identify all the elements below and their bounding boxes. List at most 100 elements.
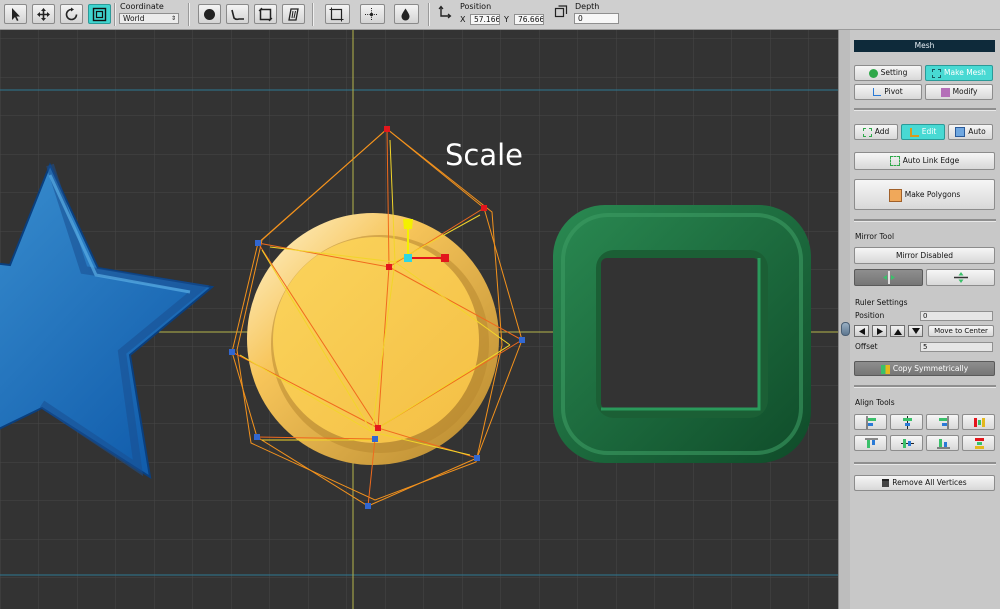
vertex[interactable]: [254, 434, 260, 440]
vertex[interactable]: [229, 349, 235, 355]
bounds-button[interactable]: [325, 4, 350, 24]
panel-title: Mesh: [854, 40, 995, 52]
pivot-button[interactable]: Pivot: [854, 84, 922, 100]
green-square-shape[interactable]: [553, 205, 811, 463]
distribute-h-button[interactable]: [962, 414, 995, 430]
select-tool-button[interactable]: [4, 4, 27, 24]
make-mesh-button[interactable]: Make Mesh: [925, 65, 993, 81]
vertex[interactable]: [365, 503, 371, 509]
copy-symmetrically-button[interactable]: Copy Symmetrically: [854, 361, 995, 376]
grid-snap-icon: [365, 8, 378, 21]
align-center-h-button[interactable]: [890, 414, 923, 430]
align-right-button[interactable]: [926, 414, 959, 430]
trash-icon: [882, 479, 890, 487]
fill-brush-button[interactable]: [282, 4, 305, 24]
mirror-tool-label: Mirror Tool: [855, 232, 895, 241]
viewport-canvas[interactable]: [0, 30, 838, 609]
depth-value: 0: [578, 14, 583, 23]
align-left-button[interactable]: [854, 414, 887, 430]
offset-label: Offset: [855, 342, 878, 351]
vertex[interactable]: [481, 205, 487, 211]
coordinate-dropdown[interactable]: World ⇕: [119, 13, 179, 24]
vertex[interactable]: [372, 436, 378, 442]
modify-button[interactable]: Modify: [925, 84, 993, 100]
distribute-h-icon: [974, 418, 985, 427]
move-tool-button[interactable]: [32, 4, 55, 24]
offset-field[interactable]: 5: [920, 342, 993, 352]
depth-icon: [554, 5, 568, 18]
mirror-disabled-button[interactable]: Mirror Disabled: [854, 247, 995, 264]
auto-label: Auto: [968, 127, 986, 136]
curve-brush-button[interactable]: [226, 4, 249, 24]
vertex[interactable]: [474, 455, 480, 461]
mirror-disabled-label: Mirror Disabled: [895, 251, 954, 260]
offset-value: 5: [923, 343, 928, 351]
divider: [854, 385, 996, 388]
vertex[interactable]: [386, 264, 392, 270]
mirror-horizontal-button[interactable]: [926, 269, 995, 286]
rect-brush-button[interactable]: [254, 4, 277, 24]
distribute-v-button[interactable]: [962, 435, 995, 451]
position-x-field[interactable]: 57.166: [470, 14, 500, 25]
align-bottom-button[interactable]: [926, 435, 959, 451]
align-bottom-icon: [937, 439, 950, 449]
copy-icon: [880, 364, 890, 374]
ruler-down-button[interactable]: [908, 325, 923, 337]
grid-snap-button[interactable]: [360, 4, 385, 24]
pivot-icon: [873, 88, 882, 96]
edit-vertex-button[interactable]: Edit: [901, 124, 945, 140]
polygon-icon: [888, 188, 902, 202]
move-icon: [37, 8, 50, 21]
add-label: Add: [874, 127, 890, 136]
remove-all-vertices-label: Remove All Vertices: [892, 478, 967, 487]
mirror-horizontal-icon: [953, 272, 968, 283]
remove-all-vertices-button[interactable]: Remove All Vertices: [854, 475, 995, 491]
position-y-field[interactable]: 76.666: [514, 14, 544, 25]
depth-label: Depth: [575, 2, 600, 11]
color-picker-button[interactable]: [394, 4, 419, 24]
scale-icon: [92, 7, 107, 22]
align-left-icon: [866, 416, 876, 429]
auto-link-edge-button[interactable]: Auto Link Edge: [854, 152, 995, 170]
circle-brush-icon: [204, 9, 215, 20]
panel-splitter[interactable]: [838, 30, 850, 609]
rotate-tool-button[interactable]: [60, 4, 83, 24]
align-right-icon: [939, 416, 949, 429]
vertex[interactable]: [384, 126, 390, 132]
make-polygons-label: Make Polygons: [904, 190, 961, 199]
make-polygons-button[interactable]: Make Polygons: [854, 179, 995, 210]
mirror-vertical-button[interactable]: [854, 269, 923, 286]
mesh-panel: Mesh Setting Make Mesh Pivot Modify Add …: [850, 30, 1000, 609]
circle-brush-button[interactable]: [198, 4, 221, 24]
depth-field[interactable]: 0: [574, 13, 619, 24]
splitter-handle[interactable]: [841, 322, 850, 336]
x-label: X: [460, 15, 466, 24]
rect-brush-icon: [258, 7, 273, 22]
align-center-v-button[interactable]: [890, 435, 923, 451]
vertex[interactable]: [255, 240, 261, 246]
vertex[interactable]: [519, 337, 525, 343]
vertex[interactable]: [375, 425, 381, 431]
auto-link-edge-label: Auto Link Edge: [902, 156, 960, 165]
scale-tool-button[interactable]: [88, 4, 111, 24]
add-vertex-button[interactable]: Add: [854, 124, 898, 140]
mesh-edit-viewport[interactable]: Scale: [0, 30, 838, 609]
setting-button[interactable]: Setting: [854, 65, 922, 81]
coordinate-label: Coordinate: [120, 2, 164, 11]
modify-icon: [940, 87, 950, 97]
add-vertex-icon: [862, 127, 872, 137]
make-mesh-icon: [932, 68, 942, 78]
position-label: Position: [460, 2, 492, 11]
coordinate-value: World: [123, 14, 145, 23]
ruler-right-button[interactable]: [872, 325, 887, 337]
drop-icon: [401, 8, 410, 21]
align-top-button[interactable]: [854, 435, 887, 451]
position-y-value: 76.666: [518, 15, 544, 24]
auto-vertex-button[interactable]: Auto: [948, 124, 993, 140]
ruler-position-field[interactable]: 0: [920, 311, 993, 321]
ruler-position-label: Position: [855, 311, 885, 320]
align-center-v-icon: [901, 439, 914, 448]
ruler-up-button[interactable]: [890, 325, 905, 337]
ruler-left-button[interactable]: [854, 325, 869, 337]
move-to-center-button[interactable]: Move to Center: [928, 325, 994, 337]
